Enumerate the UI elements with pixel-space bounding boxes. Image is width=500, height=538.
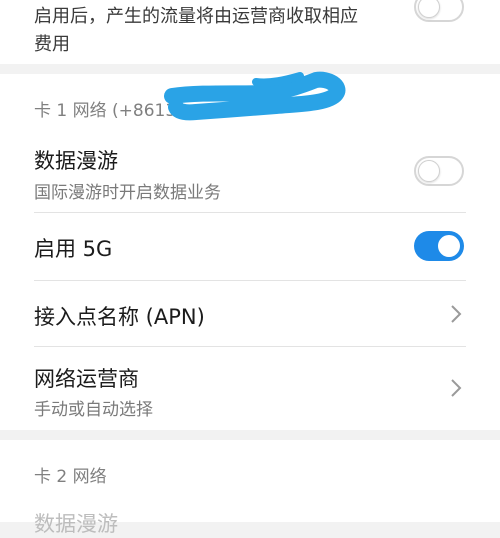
redaction-scribble bbox=[164, 71, 346, 121]
